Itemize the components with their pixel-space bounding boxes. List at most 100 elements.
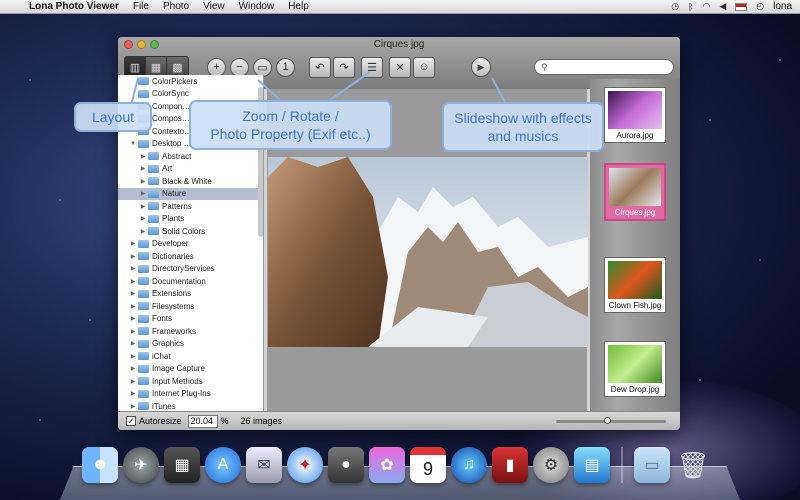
thumbnail-size-slider[interactable] xyxy=(556,416,666,424)
zoom-in-button[interactable]: + xyxy=(207,57,226,77)
tree-item[interactable]: ColorSync xyxy=(118,88,263,101)
tree-item[interactable]: ▶ Image Capture xyxy=(118,363,263,376)
zoom-field[interactable]: 20.04 xyxy=(187,414,218,428)
folder-icon xyxy=(148,152,159,161)
thumbnail-image xyxy=(608,91,662,129)
finder-button[interactable]: ☺ xyxy=(413,56,435,78)
photo-booth-icon[interactable]: ▮ xyxy=(492,447,528,483)
preview-icon[interactable]: ✉ xyxy=(246,447,282,483)
tree-item[interactable]: ColorPickers xyxy=(118,75,263,88)
disclosure-triangle-icon[interactable]: ▶ xyxy=(128,328,138,335)
disclosure-triangle-icon[interactable]: ▶ xyxy=(128,403,138,410)
time-machine-icon[interactable]: ◷ xyxy=(671,1,679,12)
rotate-right-button[interactable]: ↷ xyxy=(333,56,355,78)
disclosure-triangle-icon[interactable]: ▶ xyxy=(128,353,138,360)
tree-item[interactable]: ▶ DirectoryServices xyxy=(118,263,263,276)
wifi-icon[interactable]: ◠ xyxy=(702,1,710,12)
image-capture-icon[interactable]: ▤ xyxy=(574,447,610,483)
tree-item[interactable]: ▶ Art xyxy=(118,163,263,176)
tree-item[interactable]: ▶ Abstract xyxy=(118,150,263,163)
tree-item[interactable]: ▶ iTunes xyxy=(118,400,263,411)
disclosure-triangle-icon[interactable]: ▶ xyxy=(138,228,148,235)
clock-icon[interactable]: ◴ xyxy=(756,1,764,12)
zoom-out-button[interactable]: − xyxy=(230,57,249,77)
delete-button[interactable]: ✕ xyxy=(389,56,411,78)
disclosure-triangle-icon[interactable]: ▶ xyxy=(138,153,148,160)
disclosure-triangle-icon[interactable]: ▶ xyxy=(128,365,138,372)
tree-item[interactable]: ▶ Nature xyxy=(118,187,263,200)
tree-item[interactable]: ▶ Extensions xyxy=(118,288,263,301)
disclosure-triangle-icon[interactable]: ▶ xyxy=(128,290,138,297)
safari-icon[interactable]: ✦ xyxy=(287,447,323,483)
thumbnail[interactable]: Cirques.jpg xyxy=(604,163,666,221)
tree-item[interactable]: ▶ Frameworks xyxy=(118,325,263,338)
menu-photo[interactable]: Photo xyxy=(156,1,196,12)
photo-viewer-dock-icon[interactable]: ✿ xyxy=(369,447,405,483)
disclosure-triangle-icon[interactable]: ▶ xyxy=(128,240,138,247)
launchpad-icon[interactable]: ✈ xyxy=(123,447,159,483)
disclosure-triangle-icon[interactable]: ▶ xyxy=(128,303,138,310)
disclosure-triangle-icon[interactable]: ▶ xyxy=(128,278,138,285)
volume-icon[interactable]: ◀ xyxy=(719,1,726,12)
menu-help[interactable]: Help xyxy=(281,1,316,12)
tree-item[interactable]: ▶ Solid Colors xyxy=(118,225,263,238)
user-name[interactable]: lona xyxy=(773,1,792,12)
tree-item[interactable]: ▶ Dictionaries xyxy=(118,250,263,263)
rotate-left-button[interactable]: ↶ xyxy=(309,56,331,78)
tree-item[interactable]: ▶ Black & White xyxy=(118,175,263,188)
trash-icon[interactable]: 🗑 xyxy=(675,447,711,483)
layout-split-button[interactable]: ▦ xyxy=(146,57,167,77)
folder-icon xyxy=(138,77,149,86)
slideshow-play-button[interactable]: ▶ xyxy=(471,57,491,77)
zoom-fit-button[interactable]: ▭ xyxy=(253,57,272,77)
menu-app-name[interactable]: Lona Photo Viewer xyxy=(22,1,126,12)
tree-item[interactable]: ▶ Documentation xyxy=(118,275,263,288)
menu-file[interactable]: File xyxy=(126,1,156,12)
photo-property-button[interactable]: ☰ xyxy=(361,56,383,78)
finder-icon[interactable]: ☻ xyxy=(82,447,118,483)
downloads-folder-icon[interactable]: ▭ xyxy=(634,447,670,483)
disclosure-triangle-icon[interactable]: ▼ xyxy=(128,141,138,147)
thumbnail[interactable]: Dew Drop.jpg xyxy=(604,341,666,397)
menu-view[interactable]: View xyxy=(196,1,232,12)
tree-item[interactable]: ▶ Input Methods xyxy=(118,375,263,388)
disclosure-triangle-icon[interactable]: ▶ xyxy=(138,203,148,210)
tree-item[interactable]: ▶ Filesystems xyxy=(118,300,263,313)
bluetooth-icon[interactable]: ᛒ xyxy=(688,2,693,12)
search-input[interactable]: ⚲ xyxy=(534,59,674,75)
tree-item[interactable]: ▶ iChat xyxy=(118,350,263,363)
thumbnail[interactable]: Aurora.jpg xyxy=(604,87,666,143)
facetime-icon[interactable]: ● xyxy=(328,447,364,483)
disclosure-triangle-icon[interactable]: ▶ xyxy=(128,340,138,347)
tree-item[interactable]: ▶ Patterns xyxy=(118,200,263,213)
disclosure-triangle-icon[interactable]: ▶ xyxy=(138,215,148,222)
tree-item[interactable]: ▶ Fonts xyxy=(118,313,263,326)
tree-item-label: Black & White xyxy=(162,176,212,186)
disclosure-triangle-icon[interactable]: ▶ xyxy=(128,378,138,385)
input-flag-icon[interactable] xyxy=(735,2,748,11)
app-store-icon[interactable]: A xyxy=(205,447,241,483)
disclosure-triangle-icon[interactable]: ▶ xyxy=(138,165,148,172)
system-preferences-icon[interactable]: ⚙ xyxy=(533,447,569,483)
autoresize-checkbox[interactable]: ✓ xyxy=(126,416,136,426)
disclosure-triangle-icon[interactable]: ▶ xyxy=(128,265,138,272)
zoom-actual-button[interactable]: 1 xyxy=(276,57,295,77)
tree-item[interactable]: ▶ Graphics xyxy=(118,338,263,351)
calendar-icon[interactable]: 9 xyxy=(410,447,446,483)
tree-item[interactable]: ▶ Plants xyxy=(118,213,263,226)
layout-grid-button[interactable]: ▩ xyxy=(167,57,188,77)
disclosure-triangle-icon[interactable]: ▶ xyxy=(128,390,138,397)
disclosure-triangle-icon[interactable]: ▶ xyxy=(128,315,138,322)
tree-item[interactable]: ▶ Internet Plug-Ins xyxy=(118,388,263,401)
disclosure-triangle-icon[interactable]: ▶ xyxy=(138,190,148,197)
menu-window[interactable]: Window xyxy=(232,1,282,12)
thumbnail[interactable]: Clown Fish.jpg xyxy=(604,257,666,313)
tree-item[interactable]: ▶ Developer xyxy=(118,238,263,251)
tree-item-label: Graphics xyxy=(152,339,185,349)
disclosure-triangle-icon[interactable]: ▶ xyxy=(128,253,138,260)
mission-control-icon[interactable]: ▦ xyxy=(164,447,200,483)
itunes-icon[interactable]: ♫ xyxy=(451,447,487,483)
layout-tree-button[interactable]: ▥ xyxy=(125,57,146,77)
slider-knob[interactable] xyxy=(604,416,611,424)
disclosure-triangle-icon[interactable]: ▶ xyxy=(138,178,148,185)
